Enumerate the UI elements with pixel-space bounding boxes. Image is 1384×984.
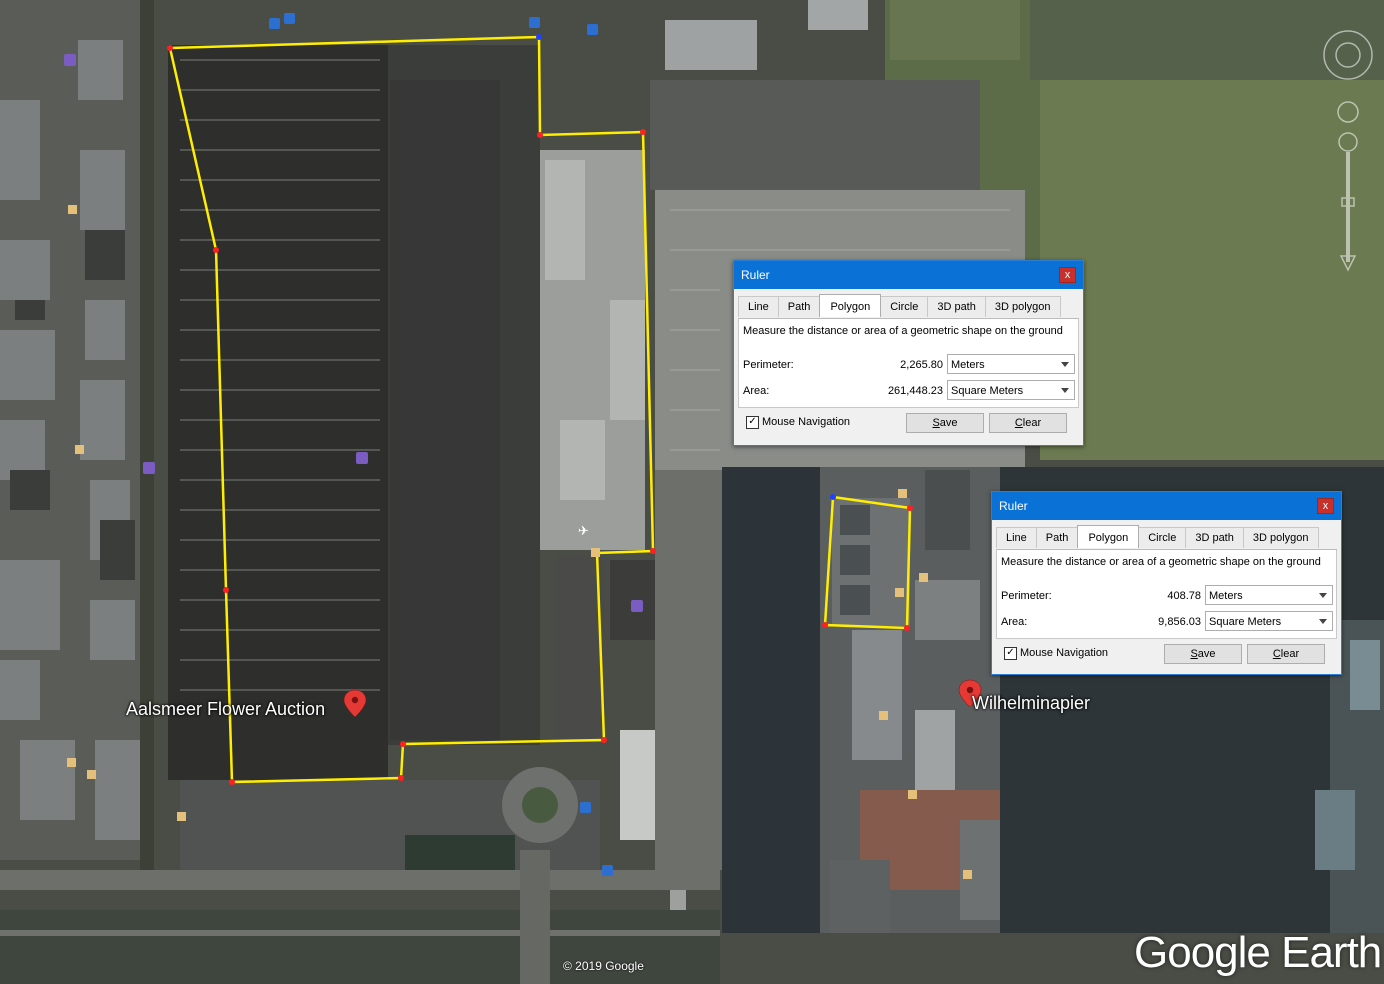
place-label-main[interactable]: Aalsmeer Flower Auction [126,699,325,720]
clear-button[interactable]: Clear [1247,644,1325,664]
perimeter-unit-select[interactable]: Meters [947,354,1075,374]
perimeter-row: Perimeter: 2,265.80 Meters [743,354,1075,376]
area-label: Area: [1001,616,1028,628]
area-unit-select[interactable]: Square Meters [1205,611,1333,631]
perimeter-unit-text: Meters [1209,590,1243,602]
area-value: 261,448.23 [887,385,943,397]
ruler-dialog-inset: Ruler x Line Path Polygon Circle 3D path… [991,491,1342,675]
tab-polygon[interactable]: Polygon [819,294,882,317]
area-value: 9,856.03 [1158,616,1201,628]
tab-3d-path[interactable]: 3D path [1185,527,1244,548]
polygon-panel: Measure the distance or area of a geomet… [738,319,1079,408]
perimeter-row: Perimeter: 408.78 Meters [1001,585,1333,607]
description-text: Measure the distance or area of a geomet… [743,325,1063,337]
google-earth-logo: Google Earth [1134,928,1382,977]
tab-line[interactable]: Line [996,527,1037,548]
ruler-tabs: Line Path Polygon Circle 3D path 3D poly… [996,525,1337,550]
tab-path[interactable]: Path [1035,527,1079,548]
tab-3d-polygon[interactable]: 3D polygon [1242,527,1319,548]
ruler-tabs: Line Path Polygon Circle 3D path 3D poly… [738,294,1079,319]
mouse-navigation-checkbox[interactable]: ✓ [1004,647,1017,660]
mouse-navigation-checkbox[interactable]: ✓ [746,416,759,429]
dialog-title: Ruler [741,268,770,282]
dialog-footer: ✓ Mouse Navigation Save Clear [734,408,1083,438]
chevron-down-icon [1319,593,1327,598]
tab-circle[interactable]: Circle [1138,527,1187,548]
dialog-titlebar[interactable]: Ruler x [734,261,1083,289]
perimeter-label: Perimeter: [1001,590,1052,602]
mouse-navigation-label[interactable]: Mouse Navigation [1020,647,1108,659]
ruler-dialog: Ruler x Line Path Polygon Circle 3D path… [733,260,1084,446]
chevron-down-icon [1061,388,1069,393]
mouse-navigation-label[interactable]: Mouse Navigation [762,416,850,428]
close-button[interactable]: x [1317,498,1334,514]
area-unit-text: Square Meters [951,385,1024,397]
area-unit-select[interactable]: Square Meters [947,380,1075,400]
tab-3d-path[interactable]: 3D path [927,296,986,317]
tab-circle[interactable]: Circle [880,296,929,317]
save-button[interactable]: Save [906,413,984,433]
area-label: Area: [743,385,770,397]
area-unit-text: Square Meters [1209,616,1282,628]
area-row: Area: 9,856.03 Square Meters [1001,611,1333,633]
chevron-down-icon [1319,619,1327,624]
poi-airport-icon: ✈ [578,524,589,539]
tab-3d-polygon[interactable]: 3D polygon [984,296,1061,317]
perimeter-value: 2,265.80 [900,359,943,371]
copyright-text: © 2019 Google [563,959,644,973]
perimeter-unit-text: Meters [951,359,985,371]
place-label-inset[interactable]: Wilhelminapier [972,693,1090,714]
polygon-panel: Measure the distance or area of a geomet… [996,550,1337,639]
tab-line[interactable]: Line [738,296,779,317]
dialog-title: Ruler [999,499,1028,513]
dialog-titlebar[interactable]: Ruler x [992,492,1341,520]
perimeter-unit-select[interactable]: Meters [1205,585,1333,605]
clear-button[interactable]: Clear [989,413,1067,433]
dialog-footer: ✓ Mouse Navigation Save Clear [992,639,1341,669]
description-text: Measure the distance or area of a geomet… [1001,556,1321,568]
tab-path[interactable]: Path [777,296,821,317]
perimeter-label: Perimeter: [743,359,794,371]
area-row: Area: 261,448.23 Square Meters [743,380,1075,402]
save-button[interactable]: Save [1164,644,1242,664]
close-button[interactable]: x [1059,267,1076,283]
tab-polygon[interactable]: Polygon [1077,525,1140,548]
svg-text:✈: ✈ [578,524,589,539]
chevron-down-icon [1061,362,1069,367]
perimeter-value: 408.78 [1167,590,1201,602]
